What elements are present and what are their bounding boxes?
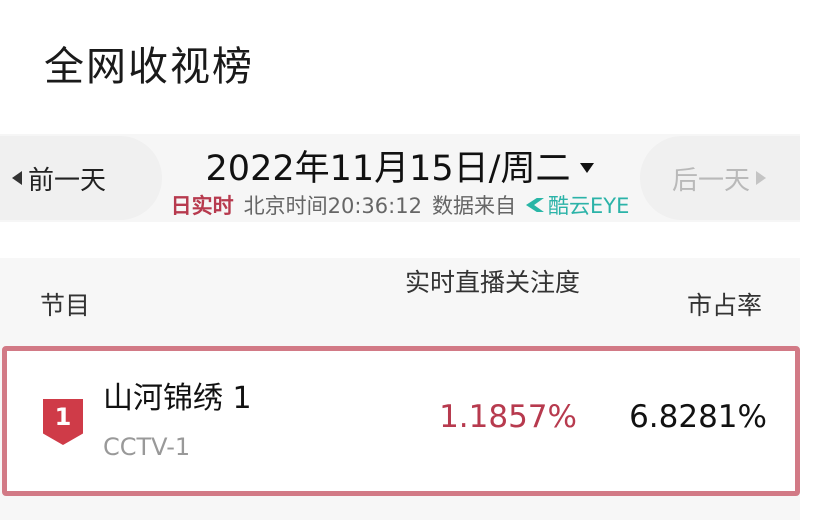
realtime-label: 日实时 bbox=[170, 194, 234, 218]
ratings-table: 节目 实时直播关注度 市占率 1 山河锦绣 1 CCTV-1 1.1857% 6… bbox=[0, 258, 800, 520]
source-prefix: 数据来自 bbox=[431, 194, 516, 218]
column-header-program: 节目 bbox=[40, 291, 91, 320]
program-channel: CCTV-1 bbox=[103, 433, 191, 461]
current-date: 2022年11月15日/周二 bbox=[205, 149, 571, 189]
rank-badge: 1 bbox=[43, 399, 83, 445]
date-selector[interactable]: 2022年11月15日/周二 bbox=[150, 140, 650, 191]
next-day-button[interactable]: 后一天 bbox=[640, 136, 800, 220]
caret-left-icon bbox=[12, 171, 22, 185]
source-logo: 酷云EYE bbox=[525, 190, 630, 220]
column-header-attention[interactable]: 实时直播关注度 bbox=[400, 266, 580, 300]
table-header: 节目 实时直播关注度 市占率 bbox=[0, 258, 800, 344]
caret-down-icon bbox=[580, 162, 595, 173]
share-value: 6.8281% bbox=[629, 399, 767, 435]
prev-day-label: 前一天 bbox=[28, 165, 107, 196]
page-title: 全网收视榜 bbox=[44, 44, 254, 90]
kuyun-logo-icon bbox=[525, 198, 544, 212]
source-name: 酷云EYE bbox=[547, 194, 630, 218]
prev-day-button[interactable]: 前一天 bbox=[0, 136, 162, 220]
next-day-label: 后一天 bbox=[672, 165, 751, 196]
caret-right-icon bbox=[756, 171, 767, 185]
column-header-share[interactable]: 市占率 bbox=[640, 286, 762, 322]
program-title: 山河锦绣 1 bbox=[103, 381, 252, 416]
date-center: 2022年11月15日/周二 日实时 北京时间20:36:12 数据来自 酷云E… bbox=[150, 134, 650, 222]
data-source-line: 日实时 北京时间20:36:12 数据来自 酷云EYE bbox=[150, 190, 650, 220]
ratings-page: 全网收视榜 前一天 2022年11月15日/周二 日实时 北京时间20:36:1… bbox=[0, 0, 828, 520]
table-row[interactable]: 1 山河锦绣 1 CCTV-1 1.1857% 6.8281% bbox=[2, 346, 800, 496]
attention-value: 1.1857% bbox=[439, 399, 577, 435]
beijing-time: 北京时间20:36:12 bbox=[243, 194, 422, 218]
date-navigation-bar: 前一天 2022年11月15日/周二 日实时 北京时间20:36:12 数据来自… bbox=[0, 134, 800, 222]
